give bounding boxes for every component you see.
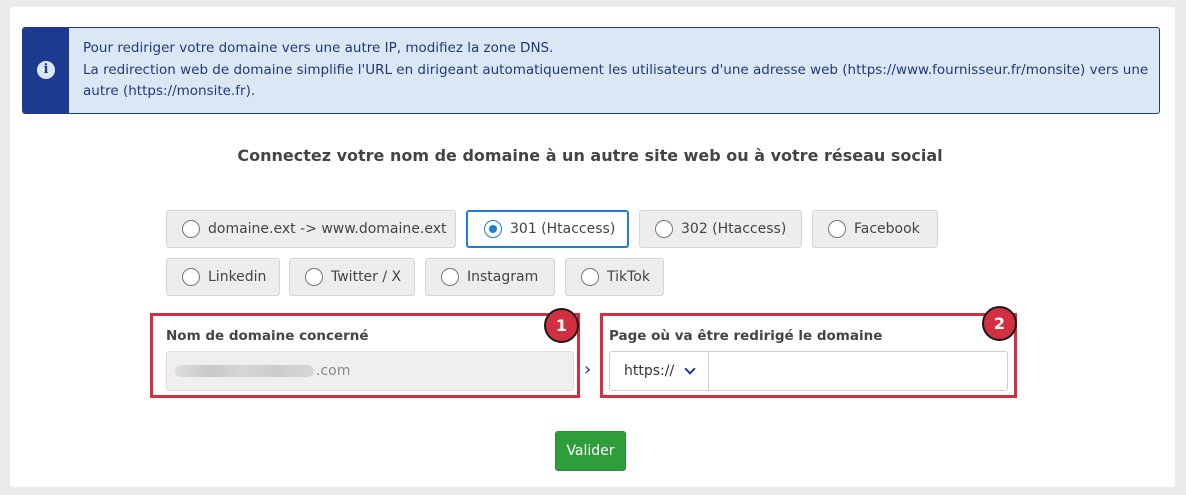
step-badge-1: 1 — [544, 308, 579, 343]
chevron-down-icon — [684, 363, 696, 375]
radio-selected-icon[interactable] — [484, 220, 502, 238]
redacted-domain — [175, 365, 314, 377]
option-www-redirect[interactable]: domaine.ext -> www.domaine.ext — [166, 210, 456, 248]
option-label: Facebook — [854, 221, 920, 237]
option-label: Twitter / X — [331, 269, 402, 285]
info-icon: i — [37, 61, 55, 79]
protocol-select[interactable]: https:// — [609, 351, 709, 391]
option-label: 301 (Htaccess) — [510, 221, 616, 237]
target-url-label: Page où va être redirigé le domaine — [609, 328, 883, 344]
option-linkedin[interactable]: Linkedin — [166, 258, 280, 296]
info-line-redirect: La redirection web de domaine simplifie … — [83, 61, 1149, 100]
option-twitter-x[interactable]: Twitter / X — [289, 258, 415, 296]
option-label: TikTok — [607, 269, 650, 285]
info-banner-side: i — [23, 28, 69, 113]
radio-icon[interactable] — [655, 220, 673, 238]
option-302-htaccess[interactable]: 302 (Htaccess) — [639, 210, 802, 248]
chevron-right-icon: › — [584, 359, 592, 380]
protocol-value: https:// — [624, 363, 675, 379]
step-badge-2: 2 — [982, 306, 1017, 341]
source-domain-label: Nom de domaine concerné — [166, 328, 369, 344]
section-heading: Connectez votre nom de domaine à un autr… — [237, 146, 943, 165]
option-instagram[interactable]: Instagram — [425, 258, 555, 296]
radio-icon[interactable] — [581, 268, 599, 286]
submit-button[interactable]: Valider — [555, 431, 626, 471]
option-tiktok[interactable]: TikTok — [565, 258, 664, 296]
option-label: 302 (Htaccess) — [681, 221, 787, 237]
source-domain-suffix: .com — [316, 363, 351, 379]
info-text: Pour rediriger votre domaine vers une au… — [83, 38, 1153, 103]
source-domain-field[interactable]: .com — [166, 351, 574, 391]
info-line-dns: Pour rediriger votre domaine vers une au… — [83, 40, 554, 56]
radio-icon[interactable] — [441, 268, 459, 286]
option-facebook[interactable]: Facebook — [812, 210, 938, 248]
option-label: Instagram — [467, 269, 539, 285]
option-label: Linkedin — [208, 269, 267, 285]
radio-icon[interactable] — [305, 268, 323, 286]
radio-icon[interactable] — [182, 268, 200, 286]
target-url-input[interactable] — [708, 351, 1008, 391]
radio-icon[interactable] — [828, 220, 846, 238]
radio-icon[interactable] — [182, 220, 200, 238]
option-301-htaccess[interactable]: 301 (Htaccess) — [466, 210, 629, 248]
option-label: domaine.ext -> www.domaine.ext — [208, 221, 447, 237]
info-banner: i Pour rediriger votre domaine vers une … — [22, 27, 1160, 114]
